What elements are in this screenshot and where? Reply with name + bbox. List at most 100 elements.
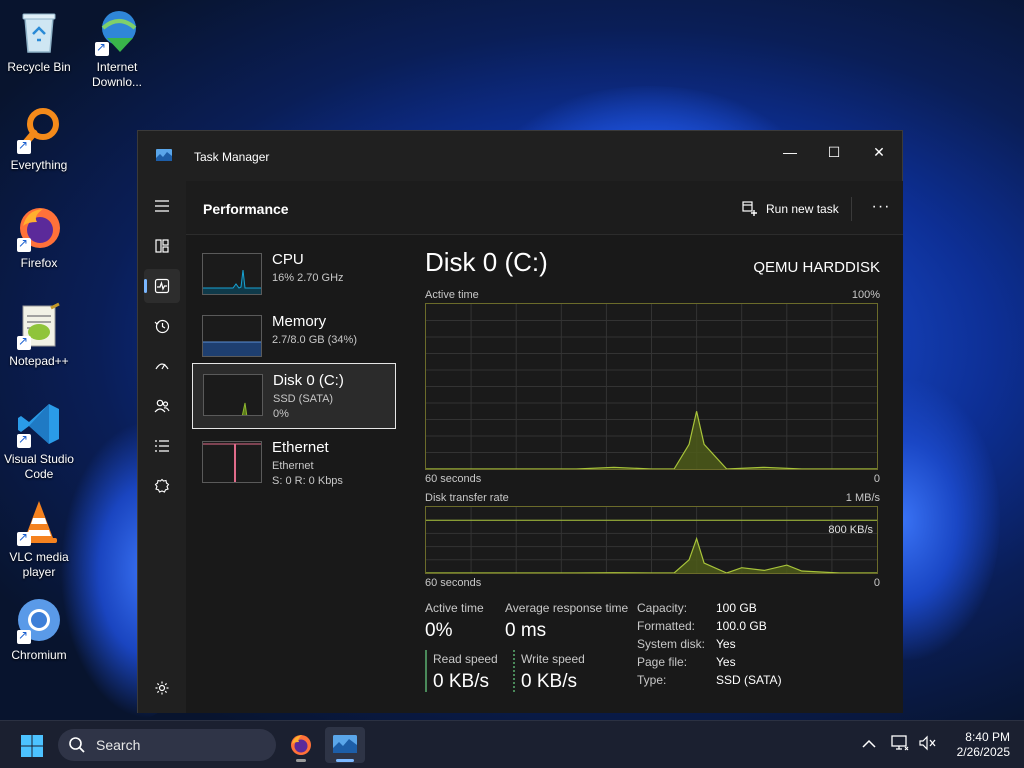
search-placeholder: Search [96, 737, 141, 753]
desktop-icon-chromium[interactable]: Chromium [0, 596, 78, 663]
perf-item-cpu[interactable]: CPU 16% 2.70 GHz [192, 243, 396, 309]
desktop-background: Recycle Bin Internet Downlo... Everythin… [0, 0, 1024, 720]
active-time-chart-svg [425, 304, 878, 470]
transfer-rate-xlabel: 60 seconds [425, 577, 482, 589]
perf-item-usage: 0% [273, 408, 289, 420]
firefox-icon [291, 735, 311, 755]
desktop-icon-notepad-plus-plus[interactable]: Notepad++ [0, 302, 78, 369]
processes-icon[interactable] [144, 229, 180, 263]
page-header: Performance Run new task ··· [186, 181, 903, 235]
network-status-button[interactable] [890, 735, 910, 755]
run-new-task-button[interactable]: Run new task [742, 195, 839, 223]
desktop-icon-label: Chromium [11, 648, 67, 662]
perf-item-detail: SSD (SATA) [273, 393, 334, 405]
active-time-chart [425, 303, 878, 470]
prop-page-file-label: Page file: [637, 655, 688, 669]
taskbar-app-task-manager[interactable] [325, 727, 365, 763]
stat-read-speed-value: 0 KB/s [433, 671, 489, 692]
read-speed-indicator [425, 650, 427, 692]
app-history-icon[interactable] [144, 309, 180, 343]
stat-avg-response-value: 0 ms [505, 620, 547, 641]
settings-icon[interactable] [144, 671, 180, 705]
desktop-icon-label: Recycle Bin [7, 60, 71, 74]
internet-download-manager-icon [93, 8, 141, 56]
perf-item-name: Disk 0 (C:) [273, 372, 344, 389]
startup-apps-icon[interactable] [144, 349, 180, 383]
show-hidden-icons-button[interactable] [859, 735, 879, 755]
perf-item-detail: 2.7/8.0 GB (34%) [272, 334, 357, 346]
desktop-icon-firefox[interactable]: Firefox [0, 204, 78, 271]
title-bar[interactable]: Task Manager — ☐ ✕ [138, 131, 902, 181]
active-time-label: Active time [425, 289, 479, 301]
stat-active-time-value: 0% [425, 620, 453, 641]
prop-formatted-label: Formatted: [637, 619, 696, 633]
run-new-task-label: Run new task [766, 202, 839, 216]
stat-active-time-label: Active time [425, 601, 484, 615]
desktop-icon-everything[interactable]: Everything [0, 106, 78, 173]
perf-item-detail: 16% 2.70 GHz [272, 272, 344, 284]
taskbar-search-box[interactable]: Search [58, 729, 276, 761]
stat-read-speed-label: Read speed [433, 652, 498, 666]
details-icon[interactable] [144, 429, 180, 463]
prop-system-disk-value: Yes [716, 637, 736, 651]
desktop-icon-label: Firefox [20, 256, 58, 270]
close-button[interactable]: ✕ [857, 137, 901, 167]
desktop-icon-recycle-bin[interactable]: Recycle Bin [0, 8, 78, 75]
transfer-reference-label: 800 KB/s [828, 524, 873, 536]
run-task-icon [742, 201, 757, 216]
minimize-button[interactable]: — [768, 137, 812, 167]
app-running-indicator [296, 759, 306, 762]
prop-type-label: Type: [637, 673, 667, 687]
perf-item-throughput: S: 0 R: 0 Kbps [272, 475, 343, 487]
more-options-button[interactable]: ··· [866, 195, 896, 223]
system-clock[interactable]: 8:40 PM 2/26/2025 [944, 730, 1010, 760]
desktop-icon-label: VLC media player [9, 550, 69, 579]
desktop-icon-vscode[interactable]: Visual Studio Code [0, 400, 78, 482]
firefox-icon [15, 204, 63, 252]
search-icon [69, 737, 85, 753]
desktop-icon-label: Notepad++ [9, 354, 69, 368]
performance-sidebar: CPU 16% 2.70 GHz Memory 2.7/8.0 GB (34%) [186, 235, 408, 713]
perf-item-ethernet[interactable]: Ethernet Ethernet S: 0 R: 0 Kbps [192, 431, 396, 497]
hamburger-menu-icon[interactable] [144, 189, 180, 223]
window-title: Task Manager [194, 150, 270, 164]
write-speed-indicator [513, 650, 515, 692]
task-manager-icon [333, 735, 357, 753]
active-time-max: 100% [851, 289, 880, 301]
transfer-rate-chart-svg [425, 507, 878, 574]
users-icon[interactable] [144, 389, 180, 423]
task-manager-icon [156, 149, 172, 161]
network-icon [891, 735, 909, 751]
performance-icon[interactable] [144, 269, 180, 303]
transfer-rate-min: 0 [873, 577, 880, 589]
desktop-icon-internet-download-manager[interactable]: Internet Downlo... [78, 8, 156, 90]
volume-button[interactable] [918, 735, 938, 755]
disk-thumbnail [203, 374, 263, 416]
maximize-button[interactable]: ☐ [812, 137, 856, 167]
notepad-plus-plus-icon [15, 302, 63, 350]
task-manager-window: Task Manager — ☐ ✕ Performance Run new t… [137, 130, 903, 713]
app-active-indicator [336, 759, 354, 762]
start-button[interactable] [20, 734, 44, 758]
vlc-icon [15, 498, 63, 546]
chevron-up-icon [862, 739, 876, 748]
transfer-rate-max: 1 MB/s [845, 492, 880, 504]
perf-item-name: CPU [272, 251, 304, 268]
stat-write-speed-label: Write speed [521, 652, 585, 666]
active-time-min: 0 [873, 473, 880, 485]
volume-muted-icon [919, 735, 936, 751]
desktop-icon-vlc[interactable]: VLC media player [0, 498, 78, 580]
header-divider [851, 197, 852, 221]
desktop-icon-label: Everything [10, 158, 68, 172]
perf-item-disk[interactable]: Disk 0 (C:) SSD (SATA) 0% [192, 363, 396, 429]
services-icon[interactable] [144, 469, 180, 503]
cpu-thumbnail [202, 253, 262, 295]
everything-search-icon [15, 106, 63, 154]
desktop-icon-label: Visual Studio Code [4, 452, 74, 481]
prop-formatted-value: 100.0 GB [716, 619, 767, 633]
page-title: Performance [203, 201, 289, 217]
clock-time: 8:40 PM [965, 730, 1010, 744]
perf-item-memory[interactable]: Memory 2.7/8.0 GB (34%) [192, 305, 396, 371]
taskbar-app-firefox[interactable] [281, 727, 321, 763]
vscode-icon [15, 400, 63, 448]
